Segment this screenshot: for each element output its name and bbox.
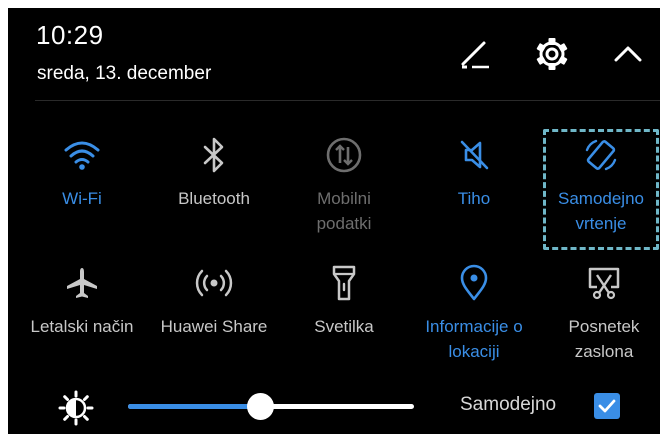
auto-brightness-checkbox[interactable] [594,393,620,419]
tile-mobile-data[interactable]: Mobilni podatki [282,135,406,236]
date-label: sreda, 13. december [37,63,212,84]
tile-label: Tiho [457,189,491,208]
brightness-slider-fill [128,404,260,409]
tile-label: Wi-Fi [62,189,102,208]
brightness-toggle[interactable] [56,388,96,428]
airplane-icon [67,268,97,298]
tile-label: Bluetooth [178,189,250,208]
tile-wifi[interactable]: Wi-Fi [20,135,144,211]
tile-screenshot[interactable]: Posnetek zaslona [542,263,660,364]
tile-bluetooth[interactable]: Bluetooth [152,135,276,211]
brightness-slider[interactable] [128,393,414,420]
tile-label: Mobilni podatki [316,189,372,233]
wifi-icon [64,141,100,170]
edit-tiles-button[interactable] [455,34,495,74]
mute-icon [460,140,489,170]
highlight-frame [543,129,659,250]
tile-label: Letalski način [30,317,134,336]
collapse-panel-button[interactable] [608,34,648,74]
gear-icon [536,38,568,70]
brightness-icon [58,390,94,426]
mobile-data-icon [326,137,362,173]
clock-time: 10:29 [36,20,104,50]
tile-silent[interactable]: Tiho [412,135,536,211]
header-divider [35,100,660,101]
brightness-slider-thumb[interactable] [246,393,274,420]
huawei-share-icon [195,269,233,297]
tile-flashlight[interactable]: Svetilka [282,263,406,339]
bluetooth-icon [203,137,224,173]
quick-settings-panel: 10:29 sreda, 13. december Wi-Fi Bluetoot… [8,8,660,434]
tile-location[interactable]: Informacije o lokaciji [412,263,536,364]
checkmark-icon [598,399,616,413]
chevron-up-icon [614,46,642,62]
pencil-edit-icon [461,41,489,69]
tile-huawei-share[interactable]: Huawei Share [152,263,276,339]
location-icon [460,264,488,301]
screenshot-icon [588,267,620,300]
tile-label: Huawei Share [160,317,268,336]
tile-label: Svetilka [314,317,374,336]
tile-airplane-mode[interactable]: Letalski način [20,263,144,339]
tile-label: Informacije o lokaciji [425,317,523,361]
auto-brightness-label: Samodejno [460,394,557,415]
flashlight-icon [332,265,356,301]
settings-button[interactable] [532,34,572,74]
tile-label: Posnetek zaslona [568,317,640,361]
